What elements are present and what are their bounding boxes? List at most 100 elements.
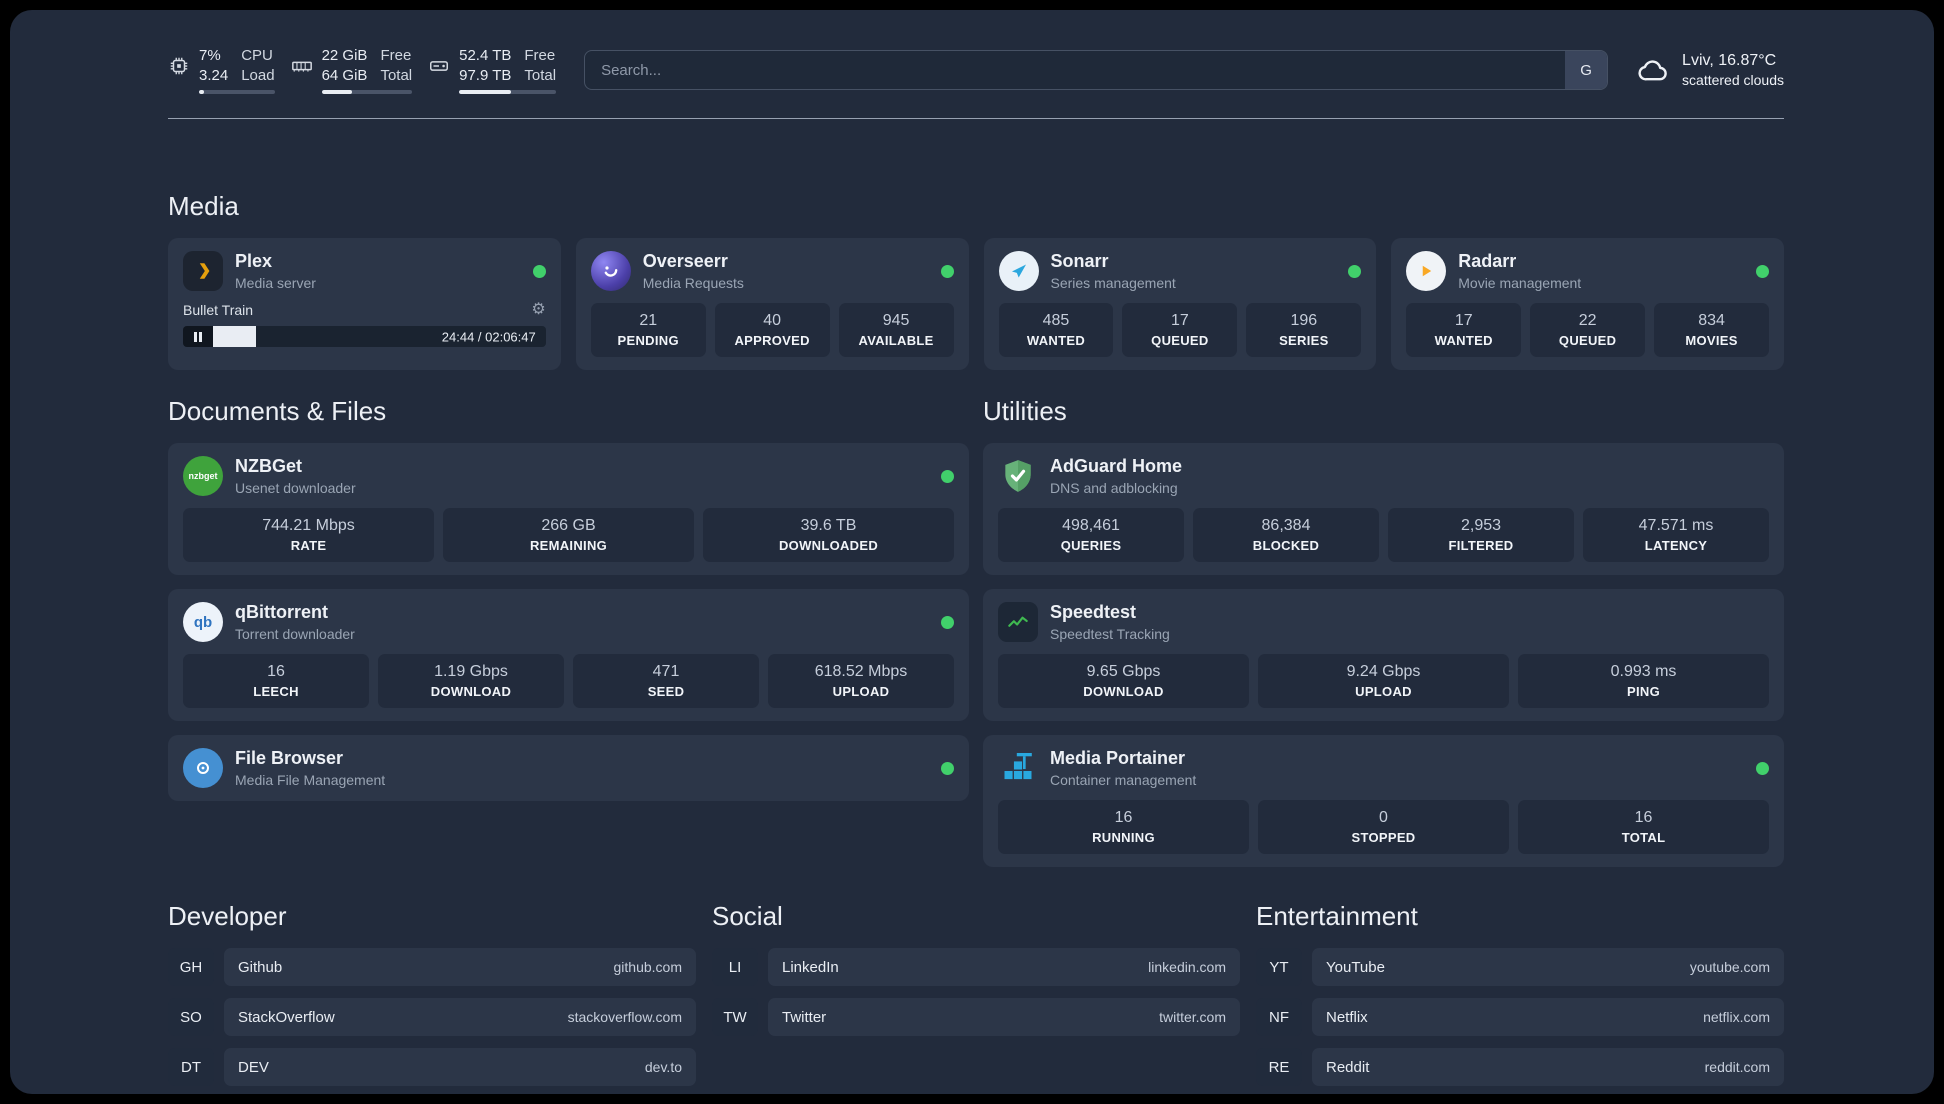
bookmark-domain: twitter.com: [1159, 1009, 1226, 1025]
bookmark-dev[interactable]: DT DEV dev.to: [168, 1048, 696, 1086]
stat-movies: 834 MOVIES: [1654, 303, 1770, 357]
qbittorrent-icon-text: qb: [193, 613, 213, 631]
bookmark-reddit[interactable]: RE Reddit reddit.com: [1256, 1048, 1784, 1086]
app-name: Speedtest: [1050, 602, 1137, 623]
cpu-progress-fill: [199, 90, 205, 94]
bookmark-domain: stackoverflow.com: [567, 1009, 682, 1025]
stat-label: LATENCY: [1644, 538, 1708, 553]
bookmark-twitter[interactable]: TW Twitter twitter.com: [712, 998, 1240, 1036]
storage-progress-track: [459, 90, 557, 94]
bookmark-name: LinkedIn: [782, 958, 839, 976]
developer-column: Developer GH Github github.com SO StackO…: [168, 901, 696, 1086]
cloud-icon: [1636, 53, 1670, 87]
stat-label: DOWNLOADED: [778, 538, 879, 553]
section-title-entertainment: Entertainment: [1256, 901, 1418, 931]
bookmark-youtube[interactable]: YT YouTube youtube.com: [1256, 948, 1784, 986]
speedtest-card[interactable]: Speedtest Speedtest Tracking 9.65 Gbps D…: [983, 589, 1784, 721]
topbar: 7% 3.24 CPU Load 22 GiB 64 GiB Free Tota…: [168, 46, 1784, 94]
stat-upload: 618.52 Mbps UPLOAD: [768, 654, 954, 708]
status-online-dot: [1348, 264, 1362, 278]
stat-value: 266 GB: [541, 517, 596, 534]
divider: [168, 118, 1784, 119]
dashboard: 7% 3.24 CPU Load 22 GiB 64 GiB Free Tota…: [10, 10, 1934, 1094]
status-online-dot: [941, 761, 954, 775]
app-subtitle: DNS and adblocking: [1050, 479, 1178, 496]
cpu-icon: [168, 55, 190, 77]
storage-metric: 52.4 TB 97.9 TB Free Total: [428, 46, 557, 94]
stat-value: 9.24 Gbps: [1346, 663, 1421, 680]
section-title-utilities: Utilities: [983, 396, 1067, 426]
stat-label: QUEUED: [1151, 333, 1209, 348]
section-title-social: Social: [712, 901, 783, 931]
stat-value: 1.19 Gbps: [434, 663, 508, 680]
overseerr-card[interactable]: Overseerr Media Requests 21 PENDING 40 A…: [575, 238, 969, 370]
stat-label: WANTED: [1434, 333, 1493, 348]
app-name: NZBGet: [235, 456, 302, 477]
stat-available: 945 AVAILABLE: [838, 303, 954, 357]
bookmark-name: DEV: [238, 1058, 269, 1076]
bookmark-abbr: NF: [1256, 998, 1302, 1036]
bookmark-domain: netflix.com: [1703, 1009, 1770, 1025]
app-subtitle: Movie management: [1458, 274, 1582, 291]
stat-total: 16 TOTAL: [1518, 800, 1769, 854]
bookmark-abbr: LI: [712, 948, 758, 986]
filebrowser-card[interactable]: File Browser Media File Management: [168, 735, 969, 801]
cpu-label-top: CPU: [241, 47, 273, 64]
app-subtitle: Container management: [1050, 771, 1197, 788]
ram-icon: [291, 55, 313, 77]
stat-label: DOWNLOAD: [430, 684, 512, 699]
stat-label: REMAINING: [529, 538, 608, 553]
bookmark-abbr: TW: [712, 998, 758, 1036]
stat-label: PING: [1627, 684, 1660, 699]
search-engine-button[interactable]: G: [1565, 51, 1608, 89]
stat-value: 744.21 Mbps: [262, 517, 355, 534]
bookmark-github[interactable]: GH Github github.com: [168, 948, 696, 986]
app-name: File Browser: [235, 748, 344, 769]
stat-value: 834: [1698, 312, 1725, 329]
bookmark-abbr: YT: [1256, 948, 1302, 986]
bookmark-stackoverflow[interactable]: SO StackOverflow stackoverflow.com: [168, 998, 696, 1036]
cpu-progress-track: [199, 90, 275, 94]
plex-card[interactable]: Plex Media server Bullet Train ⚙ 24:44 /…: [168, 238, 561, 370]
bookmark-linkedin[interactable]: LI LinkedIn linkedin.com: [712, 948, 1240, 986]
cpu-metric: 7% 3.24 CPU Load: [168, 46, 275, 94]
stat-label: STOPPED: [1351, 830, 1416, 845]
gear-icon[interactable]: ⚙: [531, 302, 545, 318]
stat-value: 0: [1379, 809, 1388, 826]
qbittorrent-card[interactable]: qb qBittorrent Torrent downloader 16 LEE…: [168, 589, 969, 721]
sonarr-card[interactable]: Sonarr Series management 485 WANTED 17 Q…: [983, 238, 1377, 370]
portainer-card[interactable]: Media Portainer Container management 16 …: [983, 735, 1784, 867]
weather-widget: Lviv, 16.87°C scattered clouds: [1636, 52, 1784, 88]
app-name: Sonarr: [1050, 251, 1109, 272]
stat-label: UPLOAD: [1355, 684, 1412, 699]
stat-stopped: 0 STOPPED: [1258, 800, 1509, 854]
stat-label: MOVIES: [1685, 333, 1738, 348]
bookmark-netflix[interactable]: NF Netflix netflix.com: [1256, 998, 1784, 1036]
cpu-label-bottom: Load: [241, 66, 275, 84]
pause-button[interactable]: [183, 326, 213, 347]
status-online-dot: [532, 264, 546, 278]
stat-series: 196 SERIES: [1246, 303, 1362, 357]
stat-label: QUEUED: [1558, 333, 1617, 348]
radarr-card[interactable]: Radarr Movie management 17 WANTED 22 QUE…: [1391, 238, 1784, 370]
nzbget-card[interactable]: nzbget NZBGet Usenet downloader 744.21 M…: [168, 443, 969, 575]
bookmark-domain: dev.to: [644, 1059, 682, 1075]
playback-time: 24:44 / 02:06:47: [441, 329, 536, 344]
adguard-card[interactable]: AdGuard Home DNS and adblocking 498,461 …: [983, 443, 1784, 575]
stat-approved: 40 APPROVED: [714, 303, 830, 357]
stat-value: 0.993 ms: [1610, 663, 1677, 680]
stat-upload: 9.24 Gbps UPLOAD: [1258, 654, 1509, 708]
bookmark-domain: youtube.com: [1689, 959, 1770, 975]
stat-ping: 0.993 ms PING: [1518, 654, 1769, 708]
entertainment-column: Entertainment YT YouTube youtube.com NF …: [1256, 901, 1784, 1086]
app-name: Media Portainer: [1050, 748, 1186, 769]
bookmark-abbr: GH: [168, 948, 214, 986]
section-title-media: Media: [168, 191, 239, 221]
memory-progress-track: [321, 90, 413, 94]
app-subtitle: Media Requests: [642, 274, 744, 291]
stat-value: 16: [1634, 809, 1653, 826]
memory-free-value: 22 GiB: [321, 47, 368, 64]
stat-value: 39.6 TB: [800, 517, 857, 534]
stat-value: 2,953: [1460, 517, 1502, 534]
search-input[interactable]: [584, 50, 1609, 90]
